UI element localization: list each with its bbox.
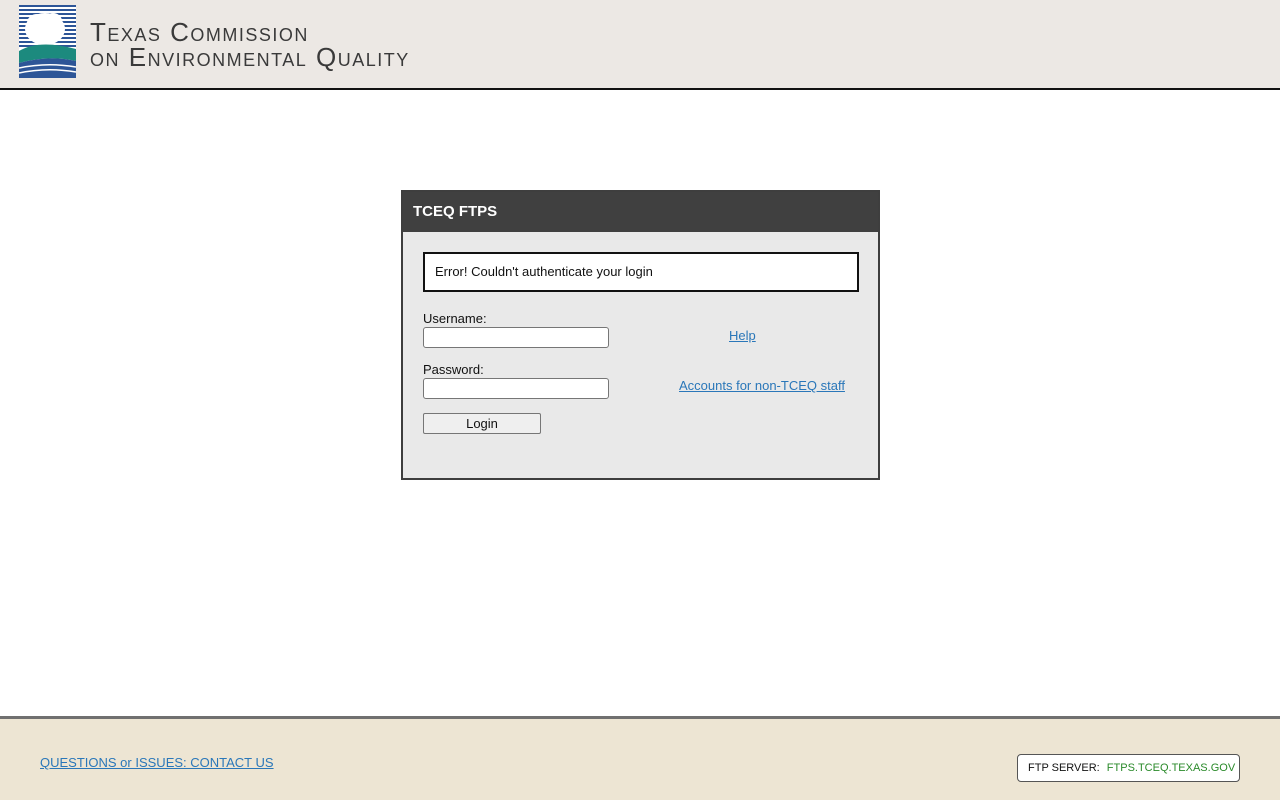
help-link[interactable]: Help	[729, 328, 756, 343]
username-label: Username:	[423, 311, 487, 326]
password-input[interactable]	[423, 378, 609, 399]
panel-title: TCEQ FTPS	[403, 192, 878, 232]
agency-name: Texas Commission on Environmental Qualit…	[90, 19, 410, 72]
site-footer: QUESTIONS or ISSUES: CONTACT US FTP SERV…	[0, 716, 1280, 800]
contact-us-link[interactable]: QUESTIONS or ISSUES: CONTACT US	[40, 755, 274, 770]
agency-name-line2: on Environmental Quality	[90, 42, 410, 72]
accounts-link[interactable]: Accounts for non-TCEQ staff	[679, 378, 845, 393]
site-header: Texas Commission on Environmental Qualit…	[0, 0, 1280, 90]
tceq-logo-icon	[19, 5, 76, 78]
password-label: Password:	[423, 362, 484, 377]
server-label: FTP SERVER:	[1028, 762, 1100, 774]
error-message: Error! Couldn't authenticate your login	[423, 252, 859, 292]
username-input[interactable]	[423, 327, 609, 348]
ftp-server-badge: FTP SERVER: FTPS.TCEQ.TEXAS.GOV	[1017, 754, 1240, 782]
server-value: FTPS.TCEQ.TEXAS.GOV	[1106, 762, 1236, 774]
login-button[interactable]: Login	[423, 413, 541, 434]
login-panel: TCEQ FTPS Error! Couldn't authenticate y…	[401, 190, 880, 480]
